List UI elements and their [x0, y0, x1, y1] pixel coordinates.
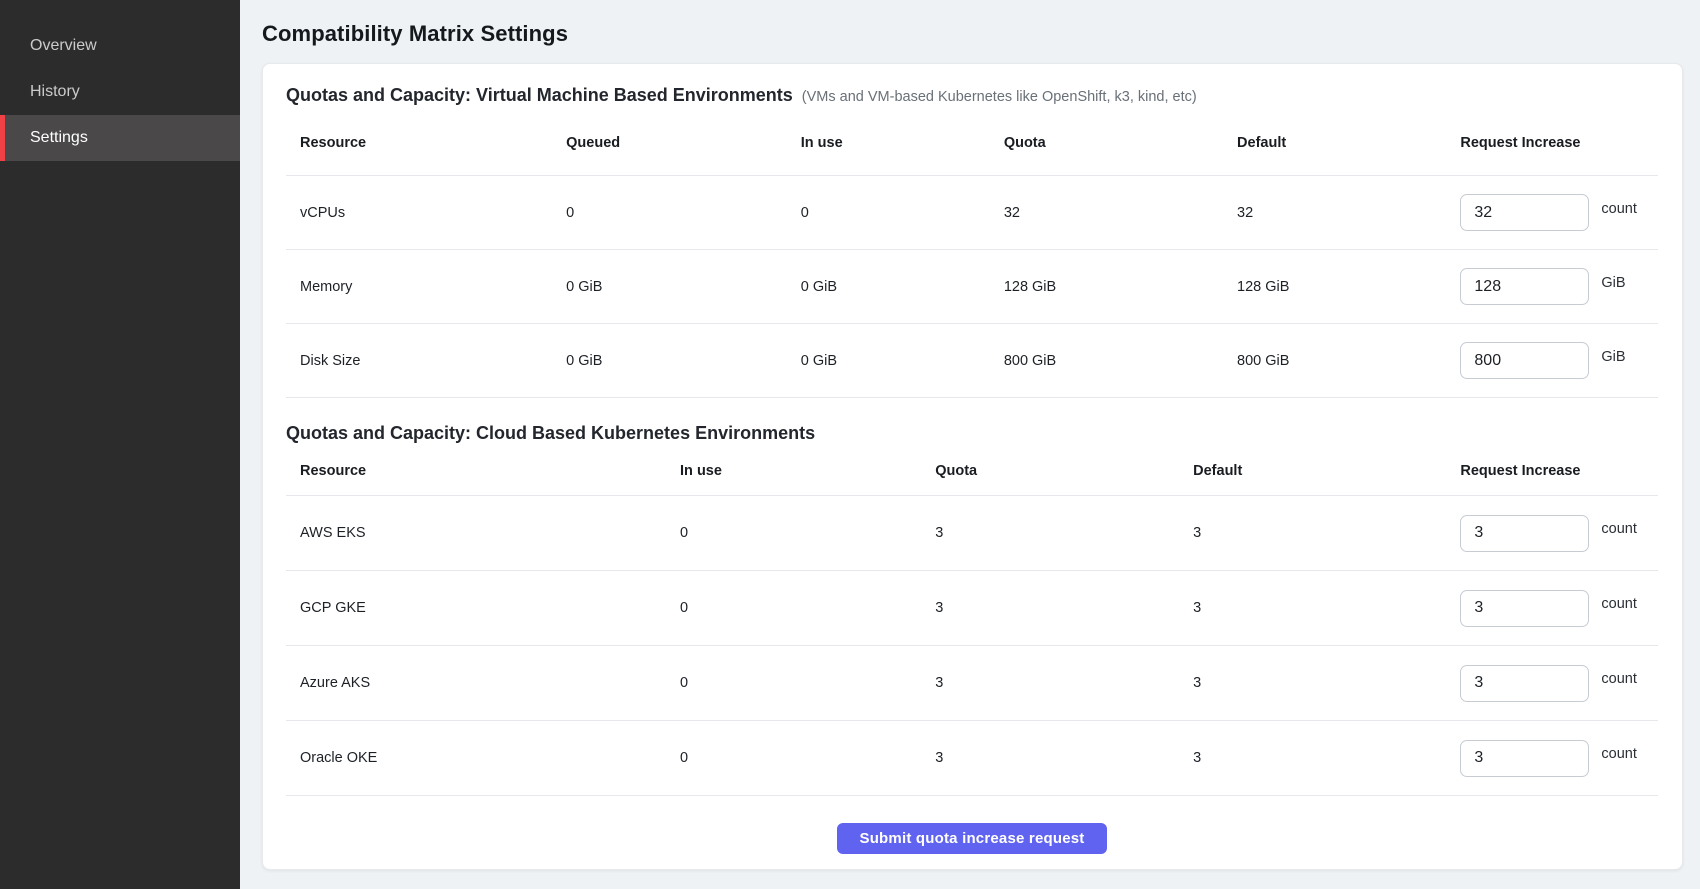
- column-header-quota: Quota: [990, 135, 1223, 151]
- resource-name: Memory: [286, 279, 552, 295]
- sidebar-item-settings[interactable]: Settings: [0, 115, 240, 161]
- table-row: Disk Size 0 GiB 0 GiB 800 GiB 800 GiB Gi…: [286, 324, 1658, 398]
- submit-row: Submit quota increase request: [286, 823, 1658, 854]
- resource-name: vCPUs: [286, 205, 552, 221]
- vm-section-subtitle: (VMs and VM-based Kubernetes like OpenSh…: [802, 84, 1197, 110]
- resource-name: GCP GKE: [286, 600, 666, 616]
- table-row: GCP GKE 0 3 3 count: [286, 571, 1658, 646]
- in-use-value: 0: [666, 750, 921, 766]
- column-header-default: Default: [1179, 463, 1460, 479]
- cloud-section-title: Quotas and Capacity: Cloud Based Kuberne…: [286, 420, 815, 446]
- sidebar-item-overview[interactable]: Overview: [0, 23, 240, 69]
- resource-name: Disk Size: [286, 353, 552, 369]
- table-header-row: Resource In use Quota Default Request In…: [286, 446, 1658, 496]
- column-header-in-use: In use: [787, 135, 990, 151]
- in-use-value: 0: [666, 525, 921, 541]
- main-content: Compatibility Matrix Settings Quotas and…: [240, 0, 1700, 889]
- queued-value: 0 GiB: [552, 353, 787, 369]
- quota-value: 32: [990, 205, 1223, 221]
- cloud-quota-table: Resource In use Quota Default Request In…: [286, 446, 1658, 796]
- column-header-in-use: In use: [666, 463, 921, 479]
- request-increase-input[interactable]: [1460, 194, 1589, 231]
- unit-label: count: [1601, 746, 1636, 762]
- request-increase-input[interactable]: [1460, 515, 1589, 552]
- in-use-value: 0 GiB: [787, 279, 990, 295]
- column-header-request-increase: Request Increase: [1460, 463, 1658, 479]
- default-value: 800 GiB: [1223, 353, 1460, 369]
- column-header-quota: Quota: [921, 463, 1179, 479]
- settings-card: Quotas and Capacity: Virtual Machine Bas…: [262, 63, 1683, 870]
- default-value: 3: [1179, 675, 1460, 691]
- column-header-default: Default: [1223, 135, 1460, 151]
- unit-label: GiB: [1601, 349, 1625, 365]
- submit-quota-increase-button[interactable]: Submit quota increase request: [837, 823, 1106, 854]
- unit-label: count: [1601, 521, 1636, 537]
- sidebar: Overview History Settings: [0, 0, 240, 889]
- table-row: vCPUs 0 0 32 32 count: [286, 176, 1658, 250]
- default-value: 32: [1223, 205, 1460, 221]
- queued-value: 0: [552, 205, 787, 221]
- resource-name: AWS EKS: [286, 525, 666, 541]
- sidebar-item-history[interactable]: History: [0, 69, 240, 115]
- default-value: 3: [1179, 525, 1460, 541]
- cloud-section-heading: Quotas and Capacity: Cloud Based Kuberne…: [286, 420, 1658, 446]
- quota-value: 800 GiB: [990, 353, 1223, 369]
- request-increase-input[interactable]: [1460, 665, 1589, 702]
- unit-label: count: [1601, 671, 1636, 687]
- column-header-queued: Queued: [552, 135, 787, 151]
- vm-quota-table: Resource Queued In use Quota Default Req…: [286, 110, 1658, 398]
- quota-value: 128 GiB: [990, 279, 1223, 295]
- in-use-value: 0: [787, 205, 990, 221]
- active-accent-bar: [0, 115, 5, 161]
- table-row: AWS EKS 0 3 3 count: [286, 496, 1658, 571]
- request-increase-input[interactable]: [1460, 342, 1589, 379]
- request-increase-input[interactable]: [1460, 740, 1589, 777]
- resource-name: Oracle OKE: [286, 750, 666, 766]
- sidebar-item-label: Settings: [30, 129, 88, 147]
- table-row: Azure AKS 0 3 3 count: [286, 646, 1658, 721]
- quota-value: 3: [921, 750, 1179, 766]
- table-header-row: Resource Queued In use Quota Default Req…: [286, 110, 1658, 176]
- unit-label: GiB: [1601, 275, 1625, 291]
- sidebar-item-label: Overview: [30, 37, 97, 55]
- vm-section-title: Quotas and Capacity: Virtual Machine Bas…: [286, 82, 793, 108]
- quota-value: 3: [921, 600, 1179, 616]
- quota-value: 3: [921, 525, 1179, 541]
- page-title: Compatibility Matrix Settings: [262, 20, 1683, 47]
- quota-value: 3: [921, 675, 1179, 691]
- default-value: 128 GiB: [1223, 279, 1460, 295]
- column-header-resource: Resource: [286, 135, 552, 151]
- queued-value: 0 GiB: [552, 279, 787, 295]
- table-row: Memory 0 GiB 0 GiB 128 GiB 128 GiB GiB: [286, 250, 1658, 324]
- column-header-request-increase: Request Increase: [1460, 135, 1658, 151]
- in-use-value: 0: [666, 675, 921, 691]
- default-value: 3: [1179, 750, 1460, 766]
- in-use-value: 0: [666, 600, 921, 616]
- unit-label: count: [1601, 596, 1636, 612]
- request-increase-input[interactable]: [1460, 590, 1589, 627]
- column-header-resource: Resource: [286, 463, 666, 479]
- in-use-value: 0 GiB: [787, 353, 990, 369]
- request-increase-input[interactable]: [1460, 268, 1589, 305]
- table-row: Oracle OKE 0 3 3 count: [286, 721, 1658, 796]
- resource-name: Azure AKS: [286, 675, 666, 691]
- default-value: 3: [1179, 600, 1460, 616]
- vm-section-heading: Quotas and Capacity: Virtual Machine Bas…: [286, 82, 1658, 110]
- unit-label: count: [1601, 201, 1636, 217]
- sidebar-item-label: History: [30, 83, 80, 101]
